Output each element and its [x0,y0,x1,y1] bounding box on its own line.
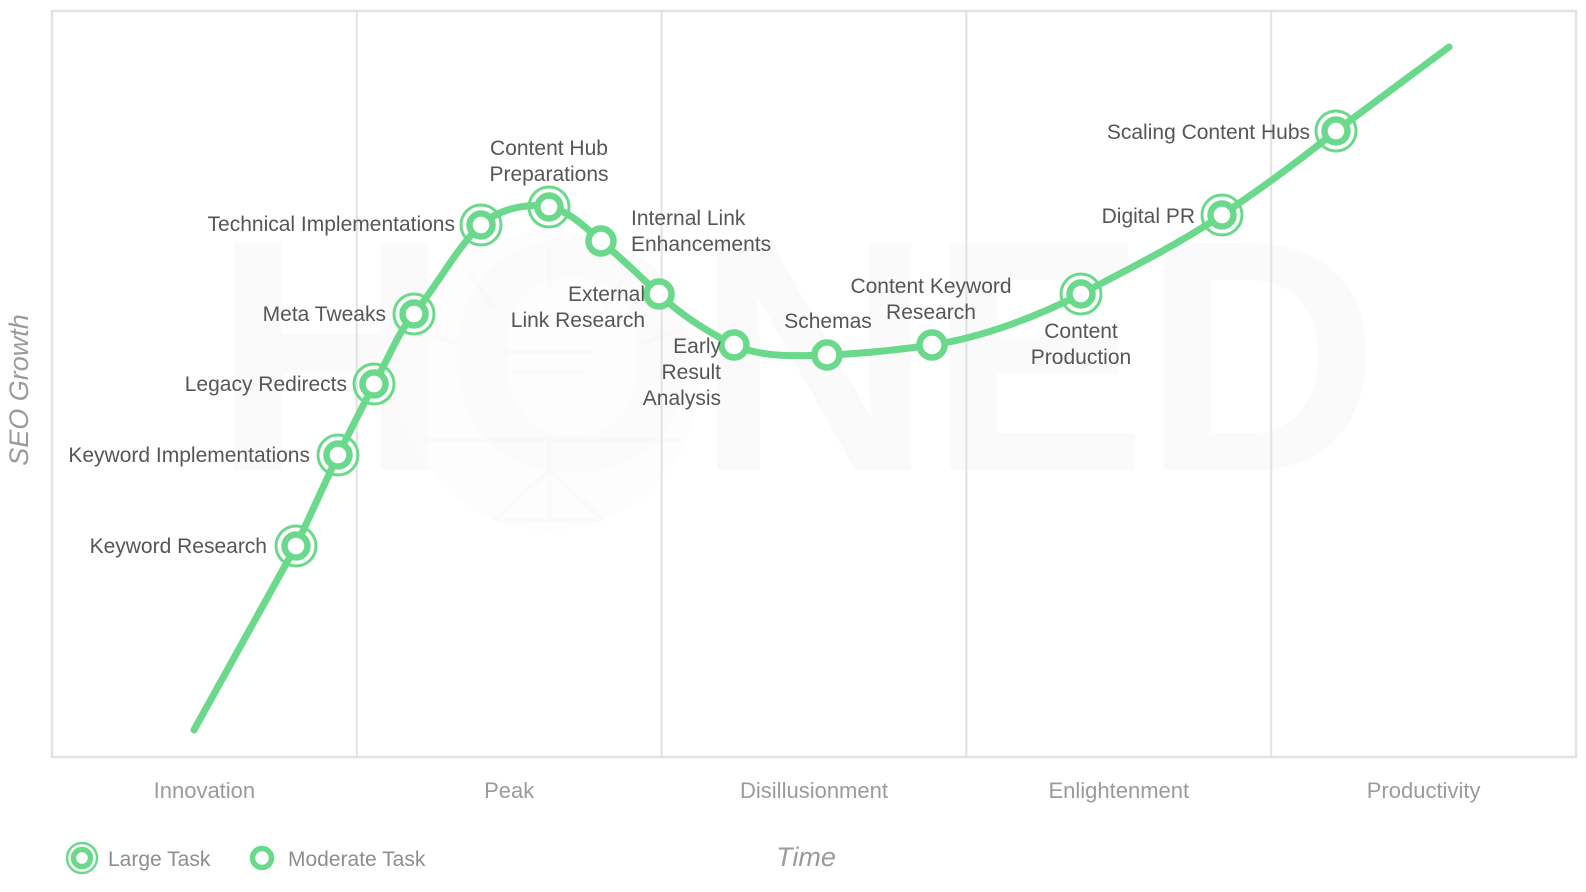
gartner-hype-cycle-chart: HONED Keyword Research Keyword Implement… [0,0,1586,892]
data-point-label: Digital PR [1102,205,1195,228]
marker-large-task [1321,116,1351,146]
chart-legend: Large Task Moderate Task [65,841,426,875]
data-point-label: Keyword Implementations [68,444,310,467]
marker-large-task [466,210,496,240]
x-axis-category-label: Innovation [154,778,256,803]
legend-item-label: Large Task [108,848,211,871]
legend-item[interactable]: Moderate Task [249,845,426,871]
legend-item-label: Moderate Task [288,848,426,871]
x-axis-title: Time [776,842,836,872]
marker-large-task [323,440,353,470]
x-axis-category-label: Productivity [1367,778,1481,803]
data-point[interactable]: Keyword Research [90,524,318,568]
y-axis-title: SEO Growth [4,314,34,466]
x-axis-category-label: Disillusionment [740,778,888,803]
marker-large-task [359,369,389,399]
legend-item[interactable]: Large Task [65,841,211,875]
x-axis-category-label: Peak [484,778,535,803]
x-axis-category-label: Enlightenment [1048,778,1189,803]
data-point-label: Legacy Redirects [185,373,347,396]
marker-large-task [399,299,429,329]
marker-moderate-task [916,329,948,361]
legend-marker-moderate-task [249,845,275,871]
legend-marker-large-task [70,846,94,870]
marker-moderate-task [718,329,750,361]
x-axis-category-labels: Innovation Peak Disillusionment Enlightenme… [154,778,1481,803]
data-point-label: Scaling Content Hubs [1107,121,1310,144]
marker-large-task [281,531,311,561]
data-point-label: Keyword Research [90,535,267,558]
marker-moderate-task [585,225,617,257]
data-point-label: Technical Implementations [208,213,455,236]
marker-moderate-task [643,278,675,310]
chart-canvas: HONED Keyword ResearchKeyword Implementa… [4,9,1578,875]
data-point-label: Schemas [784,310,872,333]
data-point-label: Meta Tweaks [263,303,386,326]
marker-moderate-task [811,339,843,371]
marker-large-task [1207,200,1237,230]
marker-large-task [534,192,564,222]
data-point-label: Content Hub Preparations [489,137,608,186]
marker-large-task [1066,279,1096,309]
